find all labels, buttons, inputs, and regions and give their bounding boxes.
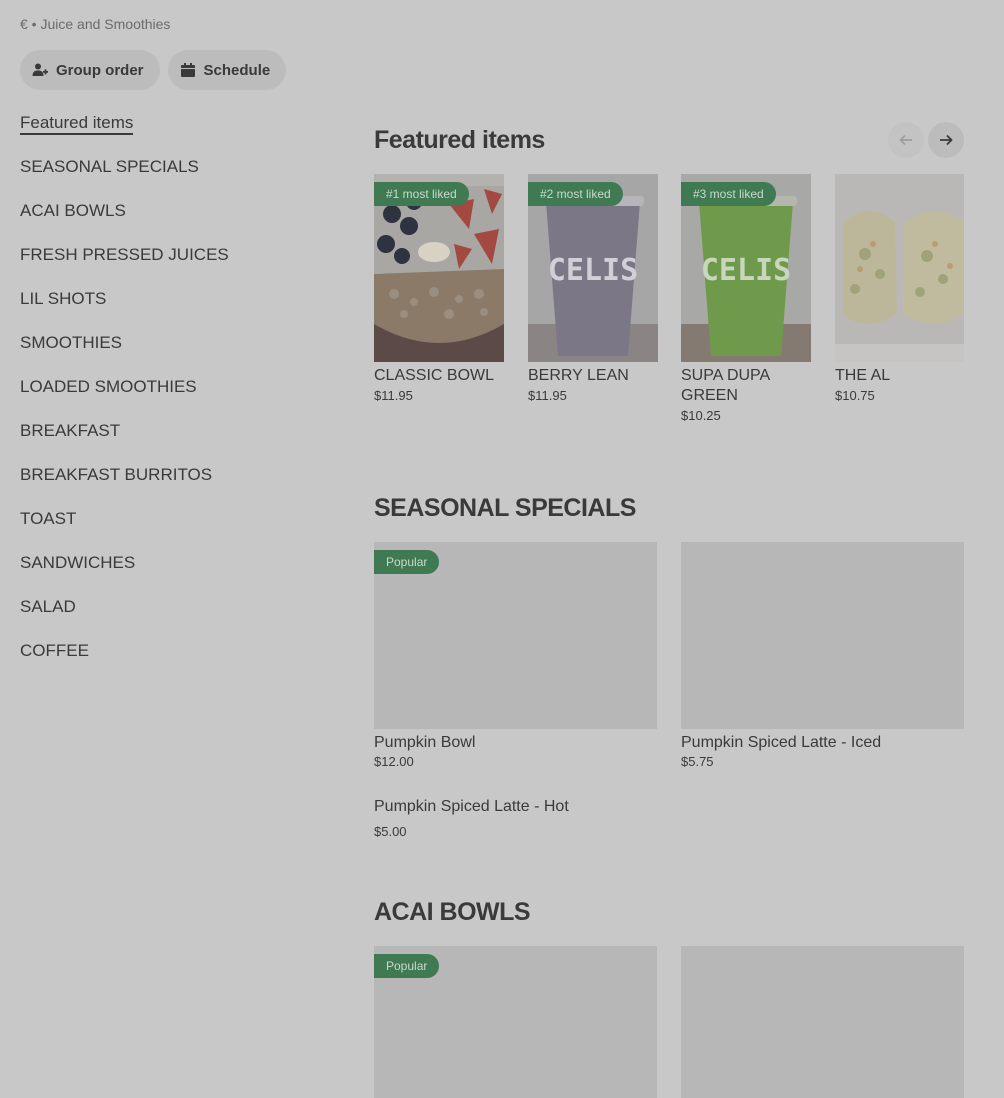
item-image: #1 most liked [374,174,504,362]
group-order-button[interactable]: Group order [20,50,160,90]
arrow-left-icon [899,134,912,146]
item-image-placeholder: Popular [374,946,657,1098]
add-person-icon [32,63,48,76]
sidebar-item-label: SALAD [20,597,76,616]
sidebar-item-label: FRESH PRESSED JUICES [20,245,229,264]
featured-carousel: #1 most liked CLASSIC BOWL $11.95 CELIS … [374,174,964,434]
item-image-placeholder [681,542,964,729]
sidebar-item-label: BREAKFAST [20,421,121,440]
sidebar-item-label: TOAST [20,509,77,528]
item-price: $5.00 [374,824,407,839]
cup-brand-text: CELIS [548,253,638,288]
top-actions: Group order Schedule [20,50,287,90]
item-name: CLASSIC BOWL [374,367,495,384]
featured-item-card[interactable]: THE AL $10.75 [835,174,964,403]
seasonal-specials-title: SEASONAL SPECIALS [374,494,636,522]
category-sidebar: Featured items SEASONAL SPECIALS ACAI BO… [20,112,320,684]
menu-item-card[interactable]: Popular Pumpkin Bowl $12.00 [374,542,657,769]
item-image-placeholder [681,946,964,1098]
sidebar-item-label: SEASONAL SPECIALS [20,157,199,176]
carousel-prev-button[interactable] [888,122,924,158]
sidebar-item-label: Featured items [20,113,134,135]
featured-item-card[interactable]: #1 most liked CLASSIC BOWL $11.95 [374,174,504,403]
sidebar-item-smoothies[interactable]: SMOOTHIES [20,332,320,376]
sidebar-item-breakfast[interactable]: BREAKFAST [20,420,320,464]
item-name: BERRY LEAN [528,367,629,384]
sidebar-item-toast[interactable]: TOAST [20,508,320,552]
sidebar-item-acai-bowls[interactable]: ACAI BOWLS [20,200,320,244]
calendar-icon [180,63,195,77]
rank-badge: #1 most liked [374,182,469,206]
item-name: Pumpkin Bowl [374,734,476,751]
burrito-image [835,174,964,362]
sidebar-item-salad[interactable]: SALAD [20,596,320,640]
schedule-label: Schedule [203,61,271,79]
item-image: CELIS #2 most liked [528,174,658,362]
item-price: $12.00 [374,754,414,769]
sidebar-item-loaded-smoothies[interactable]: LOADED SMOOTHIES [20,376,320,420]
sidebar-item-sandwiches[interactable]: SANDWICHES [20,552,320,596]
menu-item-card[interactable]: Pumpkin Spiced Latte - Hot $5.00 [374,798,657,839]
item-image: CELIS #3 most liked [681,174,811,362]
sidebar-item-label: COFFEE [20,641,89,660]
carousel-controls [888,122,964,158]
item-name: Pumpkin Spiced Latte - Iced [681,734,882,751]
rank-badge: #3 most liked [681,182,776,206]
sidebar-item-featured-items[interactable]: Featured items [20,112,320,156]
sidebar-item-label: SANDWICHES [20,553,136,572]
item-name: Pumpkin Spiced Latte - Hot [374,798,569,815]
featured-items-title: Featured items [374,126,545,154]
item-price: $11.95 [374,388,413,403]
carousel-next-button[interactable] [928,122,964,158]
sidebar-item-fresh-pressed-juices[interactable]: FRESH PRESSED JUICES [20,244,320,288]
arrow-right-icon [940,134,953,146]
item-price: $10.75 [835,388,875,403]
cup-brand-text: CELIS [701,253,791,288]
item-name: SUPA DUPA GREEN [681,367,770,404]
item-price: $10.25 [681,408,721,423]
sidebar-item-label: LOADED SMOOTHIES [20,377,197,396]
item-price: $5.75 [681,754,714,769]
featured-item-card[interactable]: CELIS #3 most liked SUPA DUPA GREEN $10.… [681,174,811,423]
sidebar-item-breakfast-burritos[interactable]: BREAKFAST BURRITOS [20,464,320,508]
schedule-button[interactable]: Schedule [167,50,287,90]
sidebar-item-coffee[interactable]: COFFEE [20,640,320,684]
acai-bowls-title: ACAI BOWLS [374,898,531,926]
sidebar-item-lil-shots[interactable]: LIL SHOTS [20,288,320,332]
item-image [835,174,964,362]
item-image-placeholder: Popular [374,542,657,729]
breadcrumb: € • Juice and Smoothies [20,16,171,32]
item-name: THE AL [835,367,891,384]
group-order-label: Group order [56,61,144,79]
sidebar-item-seasonal-specials[interactable]: SEASONAL SPECIALS [20,156,320,200]
sidebar-item-label: SMOOTHIES [20,333,123,352]
rank-badge: #2 most liked [528,182,623,206]
sidebar-item-label: ACAI BOWLS [20,201,126,220]
popular-badge: Popular [374,550,440,574]
sidebar-item-label: BREAKFAST BURRITOS [20,465,213,484]
sidebar-item-label: LIL SHOTS [20,289,107,308]
item-price: $11.95 [528,388,567,403]
popular-badge: Popular [374,954,440,978]
featured-item-card[interactable]: CELIS #2 most liked BERRY LEAN $11.95 [528,174,658,403]
menu-item-card[interactable]: Popular [374,946,657,1098]
menu-item-card[interactable] [681,946,964,1098]
menu-item-card[interactable]: Pumpkin Spiced Latte - Iced $5.75 [681,542,964,769]
